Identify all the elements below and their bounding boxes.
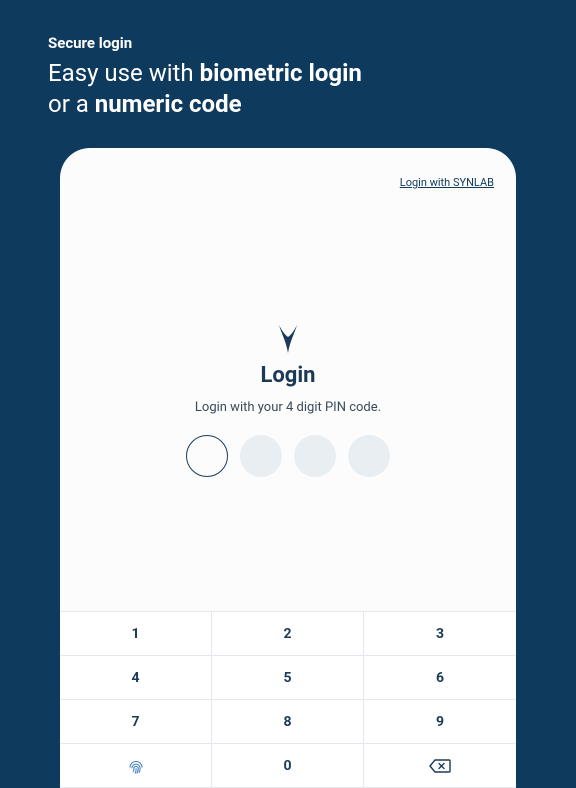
key-biometric[interactable] [60,744,212,788]
numeric-keypad: 1 2 3 4 5 6 7 8 9 0 [60,611,516,788]
backspace-icon [429,759,451,773]
pin-indicator-row [60,435,516,477]
headline-bold1: biometric login [200,59,362,87]
login-with-synlab-link[interactable]: Login with SYNLAB [400,176,494,189]
pin-dot-2 [240,435,282,477]
key-4[interactable]: 4 [60,656,212,700]
login-title: Login [60,363,516,388]
login-subtitle: Login with your 4 digit PIN code. [60,400,516,415]
pin-dot-1 [186,435,228,477]
key-0[interactable]: 0 [212,744,364,788]
fingerprint-icon [127,757,145,775]
header-kicker: Secure login [48,34,528,52]
key-7[interactable]: 7 [60,700,212,744]
key-8[interactable]: 8 [212,700,364,744]
key-2[interactable]: 2 [212,612,364,656]
phone-frame: Login with SYNLAB Login Login with your … [60,148,516,788]
headline-bold2: numeric code [95,90,242,118]
key-1[interactable]: 1 [60,612,212,656]
key-6[interactable]: 6 [364,656,516,700]
key-9[interactable]: 9 [364,700,516,744]
pin-dot-3 [294,435,336,477]
key-3[interactable]: 3 [364,612,516,656]
headline-part1: Easy use with [48,59,200,87]
key-backspace[interactable] [364,744,516,788]
app-logo-icon [275,323,301,355]
header-headline: Easy use with biometric login or a numer… [48,58,528,120]
pin-dot-4 [348,435,390,477]
key-5[interactable]: 5 [212,656,364,700]
headline-part2: or a [48,90,95,118]
